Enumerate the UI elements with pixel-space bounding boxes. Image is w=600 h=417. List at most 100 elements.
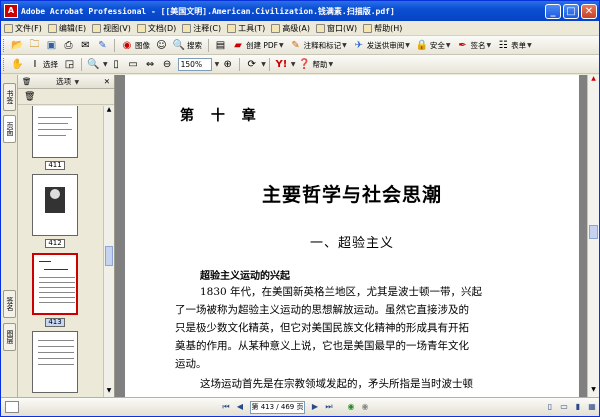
text-cursor-icon: I bbox=[33, 58, 37, 70]
edit-icon bbox=[47, 23, 57, 33]
yahoo-icon[interactable]: Y! bbox=[274, 57, 289, 72]
print-icon[interactable]: ⎙ bbox=[61, 38, 76, 53]
facing-icon[interactable]: ▮ bbox=[572, 401, 584, 413]
document-icon bbox=[136, 23, 146, 33]
form-icon: ☷ bbox=[498, 39, 508, 51]
save-icon[interactable]: ▣ bbox=[44, 38, 59, 53]
menu-file[interactable]: 文件(F) bbox=[4, 23, 42, 34]
chevron-down-icon[interactable]: ▼ bbox=[291, 61, 296, 68]
scroll-thumb[interactable] bbox=[105, 246, 113, 266]
menu-view[interactable]: 视图(V) bbox=[92, 23, 131, 34]
zoom-plus-icon[interactable]: ⊕ bbox=[220, 57, 235, 72]
thumbnail-scrollbar[interactable]: ▲ ▼ bbox=[103, 106, 114, 397]
review-button[interactable]: ✎ 注释和标记 ▼ bbox=[290, 39, 346, 51]
file-icon bbox=[4, 23, 13, 33]
page-number-label: 412 bbox=[45, 239, 65, 248]
minimize-button[interactable]: _ bbox=[545, 3, 561, 19]
options-button[interactable]: 选项 ▼ bbox=[56, 76, 79, 87]
tab-bookmarks[interactable]: 书签 bbox=[3, 83, 16, 111]
hand-tool-icon[interactable]: ✋ bbox=[10, 57, 25, 72]
menu-tools[interactable]: 工具(T) bbox=[227, 23, 265, 34]
send-review-button[interactable]: ✈ 发送供审阅 ▼ bbox=[353, 39, 410, 51]
chapter-heading: 第 十 章 bbox=[180, 108, 262, 124]
toolbar-separator bbox=[239, 57, 241, 71]
page-thumbnail[interactable] bbox=[32, 174, 78, 236]
page-size-icon bbox=[5, 401, 19, 413]
fit-width-icon[interactable]: ⇔ bbox=[143, 57, 158, 72]
page-thumbnail[interactable] bbox=[32, 331, 78, 393]
scroll-up-arrow-icon[interactable]: ▲ bbox=[105, 106, 113, 116]
chevron-down-icon: ▼ bbox=[405, 41, 410, 49]
search-button[interactable]: 🔍 搜索 bbox=[173, 39, 202, 51]
chevron-down-icon[interactable]: ▼ bbox=[103, 61, 108, 68]
snapshot-icon[interactable]: ◲ bbox=[62, 57, 77, 72]
menu-help[interactable]: 帮助(H) bbox=[363, 23, 402, 34]
go-back-icon[interactable]: ◉ bbox=[345, 401, 357, 413]
page-thumbnail-selected[interactable] bbox=[32, 253, 78, 315]
tab-layers[interactable]: 图层 bbox=[3, 323, 16, 351]
close-button[interactable]: ✕ bbox=[581, 3, 597, 19]
continuous-icon[interactable]: ▭ bbox=[558, 401, 570, 413]
page-thumbnail[interactable] bbox=[32, 106, 78, 158]
chevron-down-icon: ▼ bbox=[279, 41, 284, 49]
create-icon[interactable]: 🗀 bbox=[27, 38, 42, 53]
select-button[interactable]: I 选择 bbox=[29, 58, 58, 70]
tab-signatures[interactable]: 签名 bbox=[3, 290, 16, 318]
window-icon bbox=[315, 23, 325, 33]
first-page-icon[interactable]: ⏮ bbox=[220, 401, 232, 413]
maximize-button[interactable]: □ bbox=[563, 3, 579, 19]
text-line: 这场运动首先是在宗教领域发起的，矛头所指是当时波士顿 bbox=[200, 378, 473, 390]
help-button[interactable]: ❓ 帮助 ▼ bbox=[298, 58, 333, 70]
menu-advanced[interactable]: 高级(A) bbox=[271, 23, 310, 34]
tasks-icon[interactable]: ▤ bbox=[213, 38, 228, 53]
zoom-in-icon[interactable]: 🔍 bbox=[86, 57, 101, 72]
zoom-input[interactable]: 150% bbox=[177, 57, 212, 71]
close-panel-icon[interactable]: ✕ bbox=[104, 77, 110, 86]
chevron-down-icon[interactable]: ▼ bbox=[261, 61, 266, 68]
trash-icon[interactable]: 🗑 bbox=[22, 77, 32, 86]
attach-icon[interactable]: ✎ bbox=[95, 38, 110, 53]
menu-document[interactable]: 文档(D) bbox=[136, 23, 176, 34]
last-page-icon[interactable]: ⏭ bbox=[323, 401, 335, 413]
sign-button[interactable]: ✒ 签名 ▼ bbox=[457, 39, 491, 51]
search-icon: 🔍 bbox=[172, 39, 186, 51]
chevron-down-icon[interactable]: ▼ bbox=[215, 61, 220, 68]
menu-window[interactable]: 窗口(W) bbox=[315, 23, 357, 34]
actual-size-icon[interactable]: ▯ bbox=[109, 57, 124, 72]
continuous-facing-icon[interactable]: ▦ bbox=[586, 401, 598, 413]
text-line: 运动。 bbox=[175, 358, 207, 370]
help-circle-icon: ❓ bbox=[298, 58, 311, 70]
scroll-down-arrow-icon[interactable]: ▼ bbox=[589, 386, 598, 397]
person-icon[interactable]: ☺ bbox=[154, 38, 169, 53]
lock-icon: 🔒 bbox=[415, 39, 429, 51]
scroll-down-arrow-icon[interactable]: ▼ bbox=[105, 387, 113, 397]
secure-button[interactable]: 🔒 安全 ▼ bbox=[416, 39, 451, 51]
rotate-icon[interactable]: ⟳ bbox=[244, 57, 259, 72]
toolbar-grip[interactable] bbox=[3, 38, 6, 52]
email-icon[interactable]: ✉ bbox=[78, 38, 93, 53]
single-page-icon[interactable]: ▯ bbox=[544, 401, 556, 413]
open-icon[interactable]: 📂 bbox=[10, 38, 25, 53]
scroll-thumb[interactable] bbox=[589, 225, 598, 239]
menu-edit[interactable]: 编辑(E) bbox=[47, 23, 86, 34]
image-button[interactable]: ◉ 图像 bbox=[121, 39, 150, 51]
pages-panel: 🗑 选项 ▼ ✕ 🗑 411 412 413 ▲ ▼ bbox=[18, 75, 115, 397]
section-heading: 一、超验主义 bbox=[309, 236, 394, 251]
fit-page-icon[interactable]: ▭ bbox=[126, 57, 141, 72]
delete-page-icon[interactable]: 🗑 bbox=[24, 92, 35, 102]
page-number-input[interactable]: 第 413 / 469 页 bbox=[250, 400, 305, 414]
scroll-up-arrow-icon[interactable]: ▲ bbox=[589, 75, 598, 86]
forms-button[interactable]: ☷ 表单 ▼ bbox=[497, 39, 532, 51]
toolbar-grip[interactable] bbox=[3, 57, 6, 71]
next-page-icon[interactable]: ▶ bbox=[309, 401, 321, 413]
menu-comments[interactable]: 注释(C) bbox=[182, 23, 221, 34]
navigation-tabs: 书签 页面 签名 图层 bbox=[1, 75, 18, 397]
tab-pages[interactable]: 页面 bbox=[3, 115, 16, 143]
subheading: 超验主义运动的兴起 bbox=[200, 271, 290, 282]
zoom-out-icon[interactable]: ⊖ bbox=[160, 57, 175, 72]
create-pdf-button[interactable]: ▰ 创建 PDF ▼ bbox=[232, 39, 284, 51]
go-forward-icon[interactable]: ◉ bbox=[359, 401, 371, 413]
image-icon: ◉ bbox=[122, 39, 132, 51]
document-scrollbar[interactable]: ▲ ▼ bbox=[587, 75, 599, 397]
previous-page-icon[interactable]: ◀ bbox=[234, 401, 246, 413]
